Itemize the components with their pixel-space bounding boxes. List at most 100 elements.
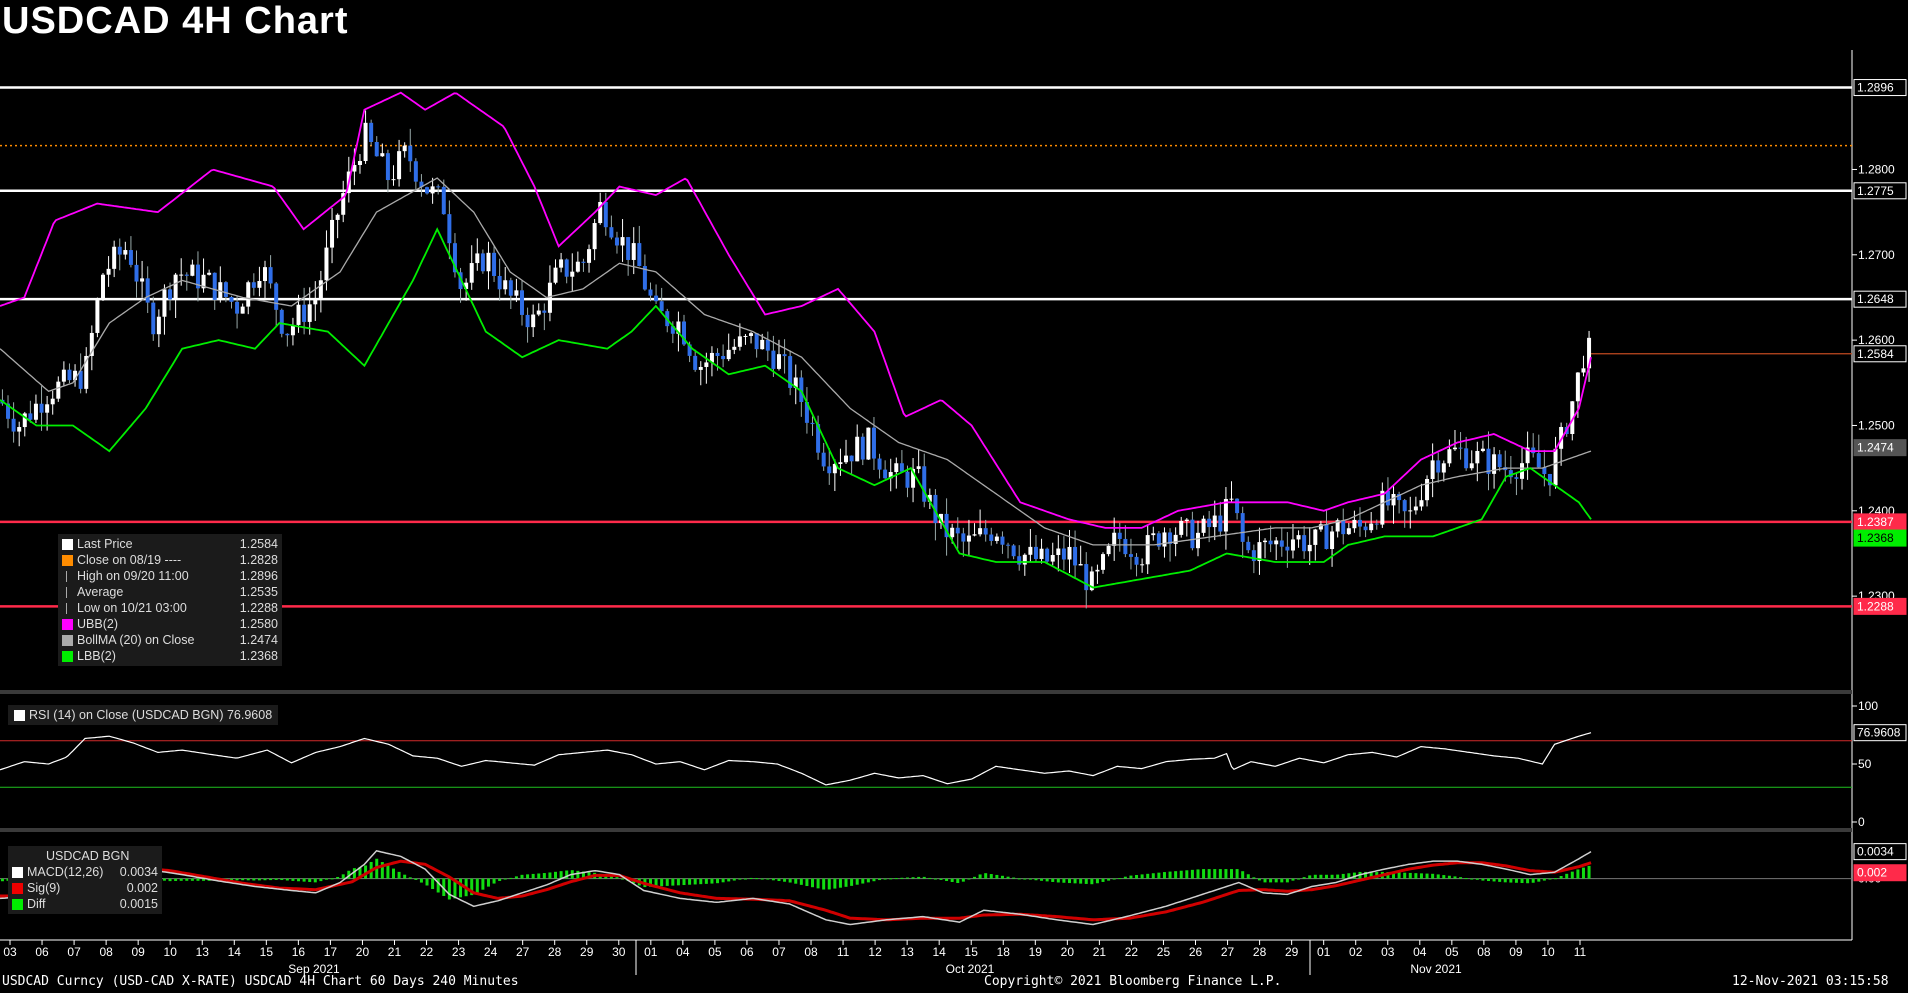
legend-swatch bbox=[12, 882, 23, 894]
candle-body bbox=[620, 237, 625, 246]
macd-diff-bar bbox=[939, 878, 943, 880]
macd-diff-bar bbox=[1051, 878, 1055, 882]
macd-diff-bar bbox=[905, 877, 909, 879]
candle-body bbox=[380, 153, 385, 157]
candle-body bbox=[106, 268, 111, 275]
candle-body bbox=[1218, 515, 1223, 532]
macd-diff-bar bbox=[330, 878, 334, 880]
macd-diff-bar bbox=[263, 878, 267, 881]
price-legend: Last Price 1.2584 Close on 08/19 ---- 1.282… bbox=[58, 534, 282, 666]
macd-diff-bar bbox=[738, 878, 742, 880]
price-tick-label: 1.2800 bbox=[1858, 162, 1895, 176]
x-tick-label: 17 bbox=[324, 945, 338, 959]
macd-diff-bar bbox=[1107, 878, 1111, 881]
candle-body bbox=[508, 280, 513, 296]
macd-diff-bar bbox=[492, 878, 496, 884]
x-tick-label: 01 bbox=[644, 945, 658, 959]
candle-body bbox=[357, 161, 362, 165]
candle-body bbox=[475, 253, 480, 264]
macd-diff-bar bbox=[391, 868, 395, 879]
legend-swatch bbox=[12, 898, 23, 910]
candle-body bbox=[1268, 540, 1273, 545]
legend-label: Diff bbox=[27, 897, 46, 911]
macd-diff-bar bbox=[1112, 878, 1116, 880]
macd-diff-bar bbox=[1274, 878, 1278, 883]
macd-diff-bar bbox=[419, 878, 423, 883]
level-tag: 1.2387 bbox=[1857, 515, 1894, 529]
macd-diff-bar bbox=[1179, 870, 1183, 879]
candle-body bbox=[240, 306, 245, 314]
candle-body bbox=[1413, 506, 1418, 511]
rsi-swatch bbox=[14, 709, 25, 721]
macd-diff-bar bbox=[431, 878, 435, 889]
legend-row: Average 1.2535 bbox=[62, 584, 278, 600]
rsi-tick-label: 0 bbox=[1858, 815, 1865, 829]
price-tag: 1.2584 bbox=[1857, 347, 1894, 361]
candle-body bbox=[1123, 538, 1128, 555]
candle-body bbox=[56, 381, 61, 399]
candle-body bbox=[1274, 540, 1279, 545]
candle-body bbox=[285, 333, 290, 336]
price-tick-label: 1.2500 bbox=[1858, 418, 1895, 432]
legend-value: 1.2828 bbox=[239, 553, 278, 567]
candle-body bbox=[1346, 528, 1351, 535]
macd-diff-bar bbox=[928, 877, 932, 879]
macd-diff-bar bbox=[1308, 875, 1312, 879]
x-tick-label: 18 bbox=[997, 945, 1011, 959]
level-tag: 1.2288 bbox=[1857, 599, 1894, 613]
candle-body bbox=[123, 250, 128, 255]
macd-diff-bar bbox=[956, 878, 960, 884]
candle-body bbox=[1307, 544, 1312, 552]
candle-body bbox=[654, 295, 659, 302]
x-tick-label: 09 bbox=[131, 945, 145, 959]
x-tick-label: 15 bbox=[260, 945, 274, 959]
macd-diff-bar bbox=[1230, 869, 1234, 879]
macd-diff-bar bbox=[179, 878, 183, 881]
macd-diff-bar bbox=[280, 878, 284, 881]
macd-diff-bar bbox=[1570, 871, 1574, 879]
macd-diff-bar bbox=[850, 878, 854, 886]
x-tick-label: 22 bbox=[420, 945, 434, 959]
x-tick-label: 11 bbox=[837, 945, 850, 959]
candle-body bbox=[966, 535, 971, 542]
legend-swatch bbox=[66, 602, 73, 614]
macd-diff-bar bbox=[1224, 869, 1228, 879]
legend-swatch bbox=[62, 538, 73, 550]
macd-diff-bar bbox=[1129, 875, 1133, 879]
candle-body bbox=[1240, 513, 1245, 542]
candle-body bbox=[827, 466, 832, 474]
macd-diff-bar bbox=[1559, 876, 1563, 879]
candle-body bbox=[743, 335, 748, 337]
macd-diff-bar bbox=[447, 878, 451, 900]
x-tick-label: 04 bbox=[1413, 945, 1427, 959]
candle-body bbox=[1441, 463, 1446, 473]
macd-diff-bar bbox=[945, 878, 949, 881]
rsi-last-tag: 76.9608 bbox=[1857, 726, 1901, 740]
candle-body bbox=[721, 355, 726, 360]
macd-panel: 0.000.00340.002 bbox=[0, 843, 1907, 926]
candle-body bbox=[1201, 518, 1206, 533]
macd-diff-bar bbox=[1073, 878, 1077, 884]
legend-value: 0.0034 bbox=[119, 865, 158, 879]
candle-body bbox=[503, 280, 508, 290]
macd-diff-bar bbox=[838, 878, 842, 888]
candle-body bbox=[1430, 460, 1435, 480]
x-tick-label: 11 bbox=[1574, 945, 1587, 959]
macd-diff-bar bbox=[1135, 874, 1139, 879]
macd-diff-bar bbox=[576, 870, 580, 879]
macd-diff-bar bbox=[1436, 874, 1440, 879]
candle-body bbox=[1475, 451, 1480, 464]
x-tick-label: 02 bbox=[1349, 945, 1363, 959]
macd-diff-bar bbox=[1012, 877, 1016, 879]
legend-label: Low on 10/21 03:00 bbox=[77, 601, 187, 615]
candle-body bbox=[318, 280, 323, 300]
macd-diff-bar bbox=[1403, 872, 1407, 879]
macd-diff-bar bbox=[721, 878, 725, 883]
candle-body bbox=[1352, 519, 1357, 529]
candle-body bbox=[564, 259, 569, 277]
candle-body bbox=[184, 274, 189, 276]
macd-diff-bar bbox=[1408, 872, 1412, 879]
macd-diff-bar bbox=[1537, 878, 1541, 882]
candle-body bbox=[28, 413, 33, 420]
footer-timestamp: 12-Nov-2021 03:15:58 bbox=[1732, 974, 1889, 989]
